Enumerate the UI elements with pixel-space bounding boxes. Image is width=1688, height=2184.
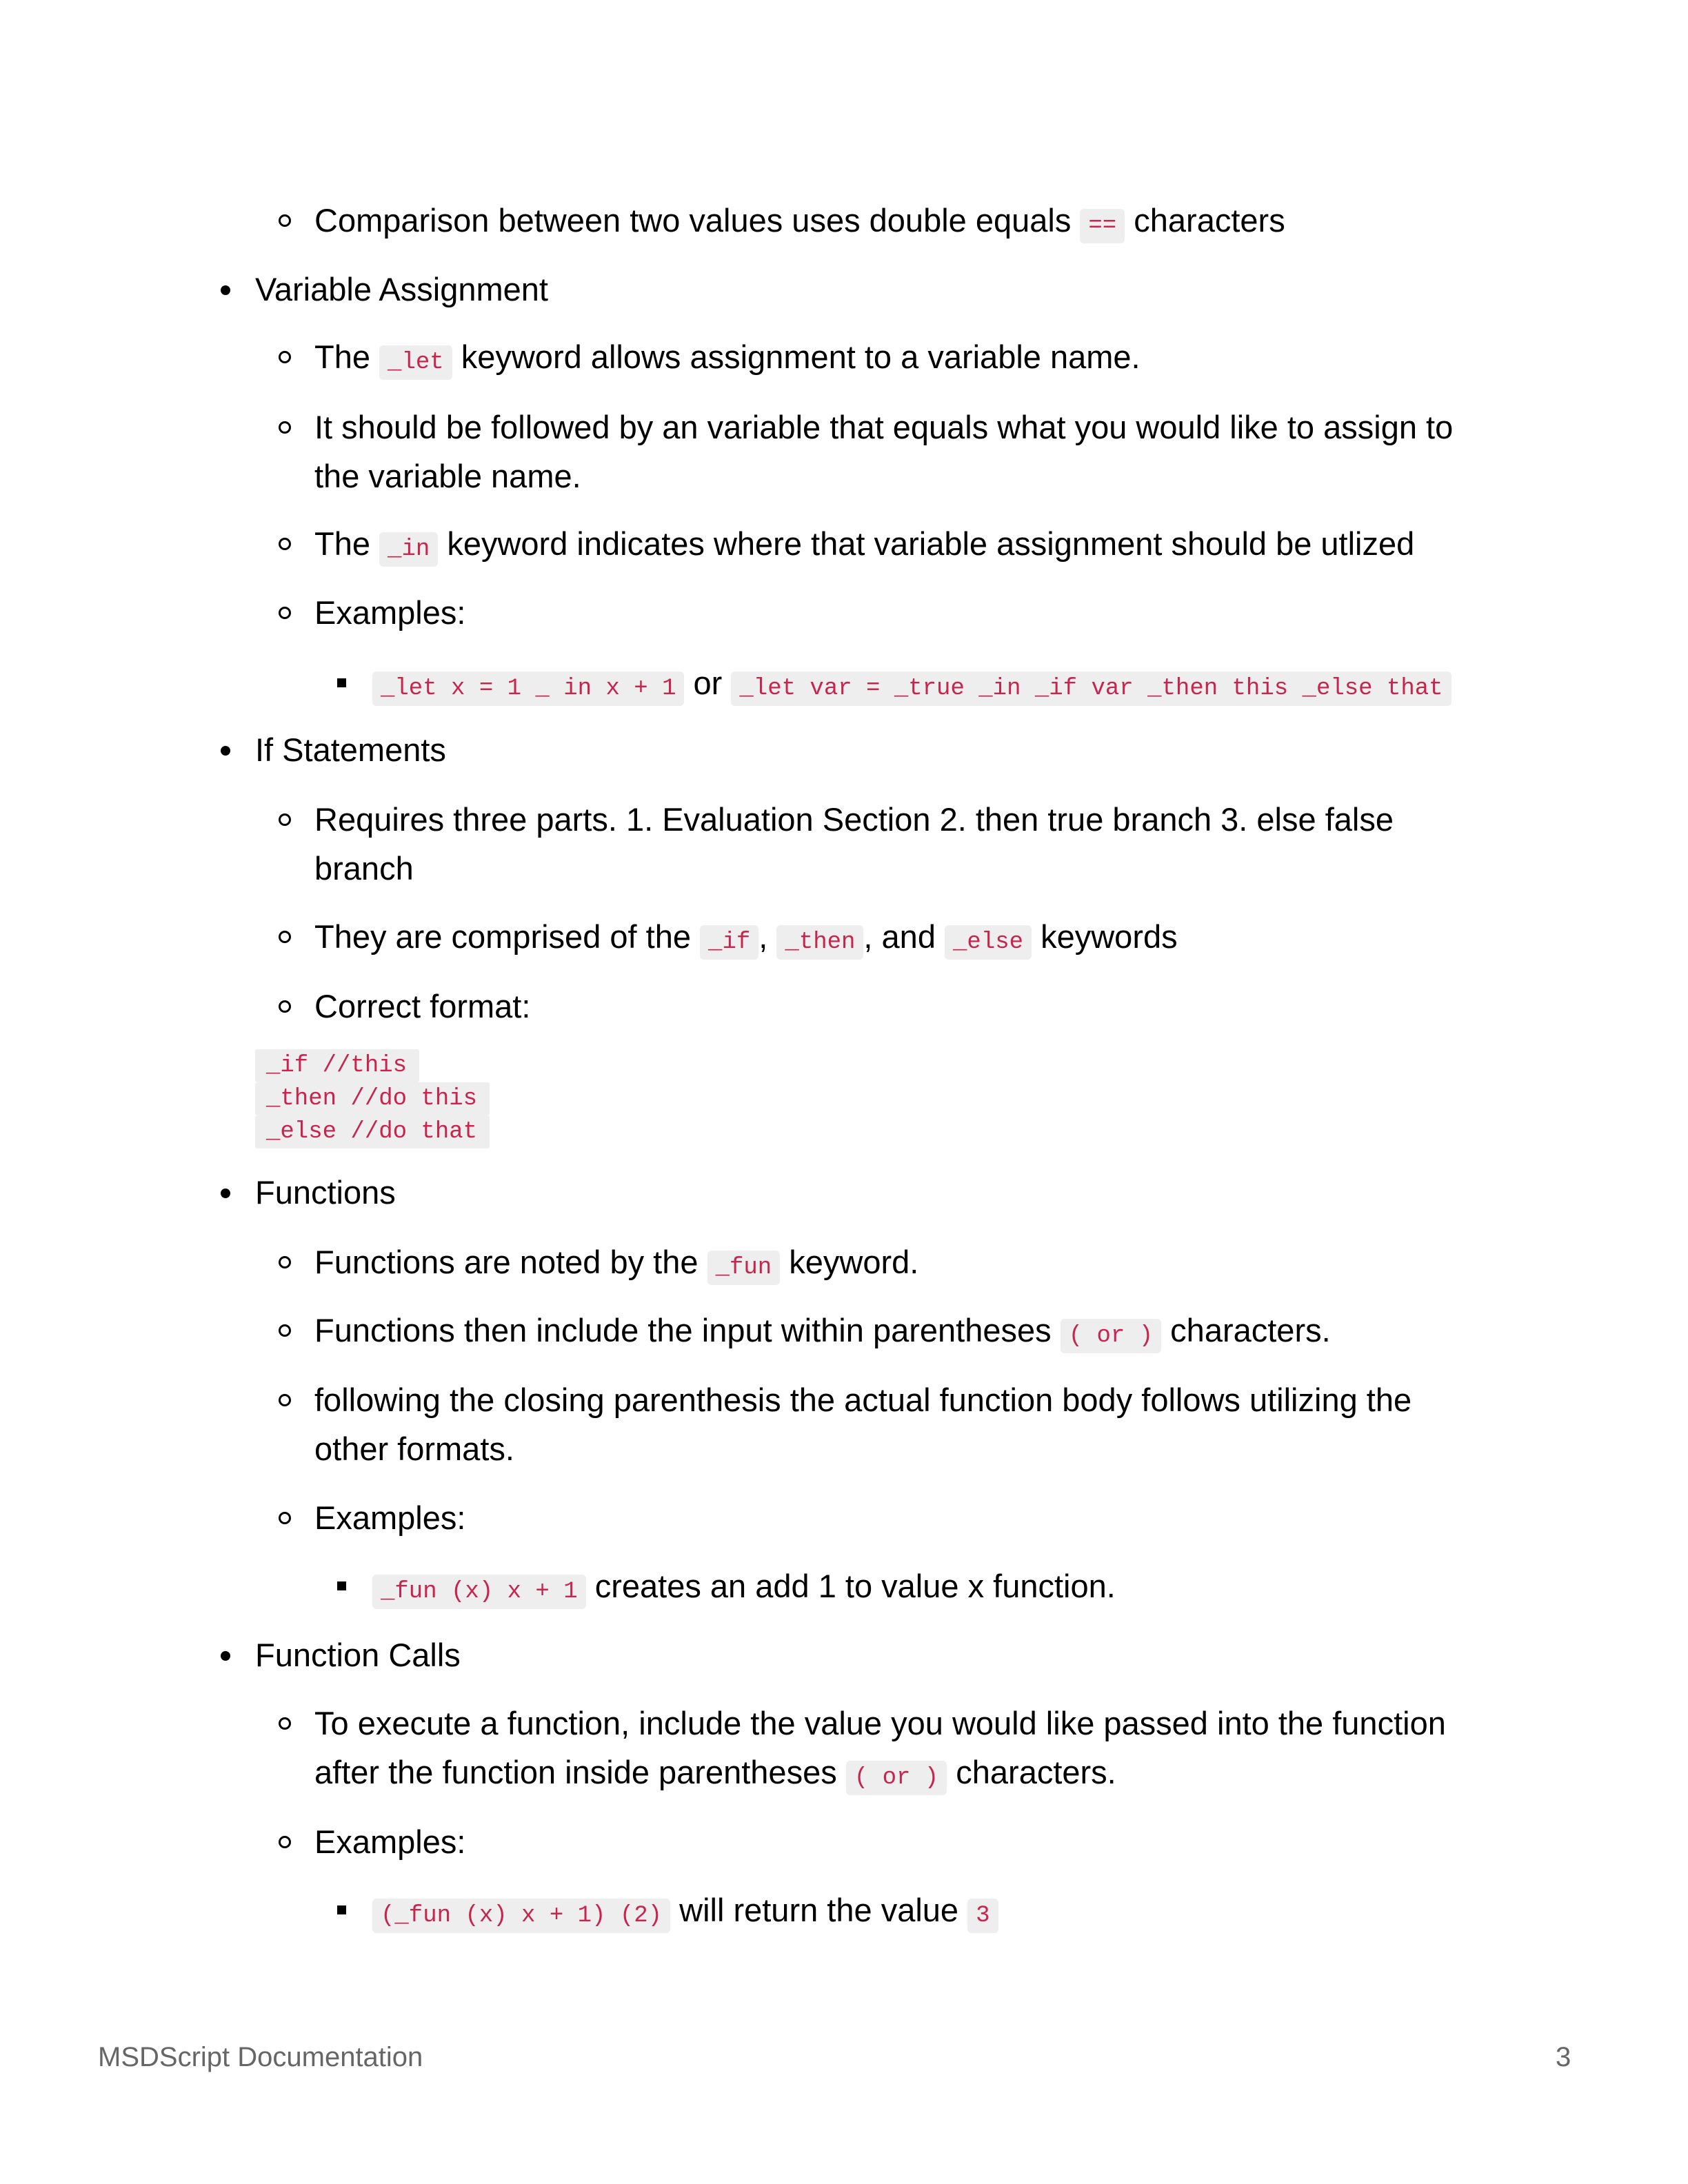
inline-code: _let bbox=[379, 345, 452, 380]
circle-bullet-icon bbox=[279, 1512, 291, 1524]
inline-code: _let x = 1 _ in x + 1 bbox=[372, 671, 685, 706]
list-item: Comparison between two values uses doubl… bbox=[279, 196, 1285, 251]
list-item: _fun (x) x + 1 creates an add 1 to value… bbox=[337, 1561, 1116, 1617]
inline-code: (_fun (x) x + 1) (2) bbox=[372, 1899, 671, 1933]
square-bullet-icon bbox=[337, 1581, 346, 1590]
circle-bullet-icon bbox=[279, 214, 291, 227]
disc-bullet-icon bbox=[221, 746, 230, 756]
list-item-heading: Function Calls bbox=[221, 1630, 461, 1680]
list-item: Examples: bbox=[279, 1493, 465, 1543]
inline-code: _in bbox=[379, 532, 439, 567]
code-line: _then //do this bbox=[255, 1082, 490, 1115]
circle-bullet-icon bbox=[279, 1836, 291, 1848]
list-item-continuation: after the function inside parentheses ( … bbox=[314, 1748, 1116, 1803]
list-item: Functions then include the input within … bbox=[279, 1306, 1331, 1361]
page-number: 3 bbox=[1556, 2042, 1571, 2072]
circle-bullet-icon bbox=[279, 813, 291, 826]
document-page: Comparison between two values uses doubl… bbox=[0, 0, 1688, 2184]
inline-code: ( or ) bbox=[845, 1761, 947, 1795]
list-item: Examples: bbox=[279, 1817, 465, 1867]
inline-code: == bbox=[1080, 209, 1125, 243]
code-block: _if //this _then //do this _else //do th… bbox=[255, 1049, 490, 1149]
disc-bullet-icon bbox=[221, 1189, 230, 1198]
list-item: They are comprised of the _if, _then, an… bbox=[279, 912, 1178, 967]
inline-code: _let var = _true _in _if var _then this … bbox=[731, 671, 1451, 706]
list-item: To execute a function, include the value… bbox=[279, 1699, 1446, 1748]
disc-bullet-icon bbox=[221, 1651, 230, 1661]
list-item-continuation: branch bbox=[314, 850, 414, 887]
circle-bullet-icon bbox=[279, 421, 291, 434]
circle-bullet-icon bbox=[279, 1324, 291, 1337]
inline-code: _if bbox=[700, 925, 759, 960]
footer-title: MSDScript Documentation bbox=[98, 2042, 423, 2072]
list-item: It should be followed by an variable tha… bbox=[279, 403, 1453, 452]
circle-bullet-icon bbox=[279, 538, 291, 550]
inline-code: ( or ) bbox=[1060, 1319, 1162, 1353]
circle-bullet-icon bbox=[279, 1000, 291, 1013]
list-item: Examples: bbox=[279, 588, 465, 638]
list-item-heading: Functions bbox=[221, 1168, 396, 1217]
list-item: following the closing parenthesis the ac… bbox=[279, 1375, 1411, 1425]
list-item: _let x = 1 _ in x + 1 or _let var = _tru… bbox=[337, 658, 1451, 714]
list-item-heading: Variable Assignment bbox=[221, 265, 548, 314]
circle-bullet-icon bbox=[279, 1394, 291, 1406]
list-item: Correct format: bbox=[279, 982, 530, 1031]
inline-code: _then bbox=[776, 925, 864, 960]
list-item-continuation: the variable name. bbox=[314, 458, 581, 494]
list-item: The _let keyword allows assignment to a … bbox=[279, 332, 1141, 387]
circle-bullet-icon bbox=[279, 1256, 291, 1268]
list-item: Functions are noted by the _fun keyword. bbox=[279, 1237, 918, 1293]
list-item-continuation: other formats. bbox=[314, 1430, 514, 1467]
circle-bullet-icon bbox=[279, 1717, 291, 1730]
list-item: (_fun (x) x + 1) (2) will return the val… bbox=[337, 1885, 998, 1941]
square-bullet-icon bbox=[337, 678, 346, 687]
list-item: The _in keyword indicates where that var… bbox=[279, 519, 1414, 574]
code-line: _else //do that bbox=[255, 1115, 490, 1149]
inline-code: _fun bbox=[707, 1251, 781, 1285]
disc-bullet-icon bbox=[221, 285, 230, 295]
code-line: _if //this bbox=[255, 1049, 490, 1082]
circle-bullet-icon bbox=[279, 351, 291, 363]
inline-code: _else bbox=[945, 925, 1032, 960]
circle-bullet-icon bbox=[279, 931, 291, 943]
circle-bullet-icon bbox=[279, 607, 291, 619]
inline-code: 3 bbox=[967, 1899, 998, 1933]
inline-code: _fun (x) x + 1 bbox=[372, 1575, 586, 1609]
list-item-heading: If Statements bbox=[221, 725, 446, 775]
list-item: Requires three parts. 1. Evaluation Sect… bbox=[279, 795, 1394, 845]
square-bullet-icon bbox=[337, 1905, 346, 1914]
